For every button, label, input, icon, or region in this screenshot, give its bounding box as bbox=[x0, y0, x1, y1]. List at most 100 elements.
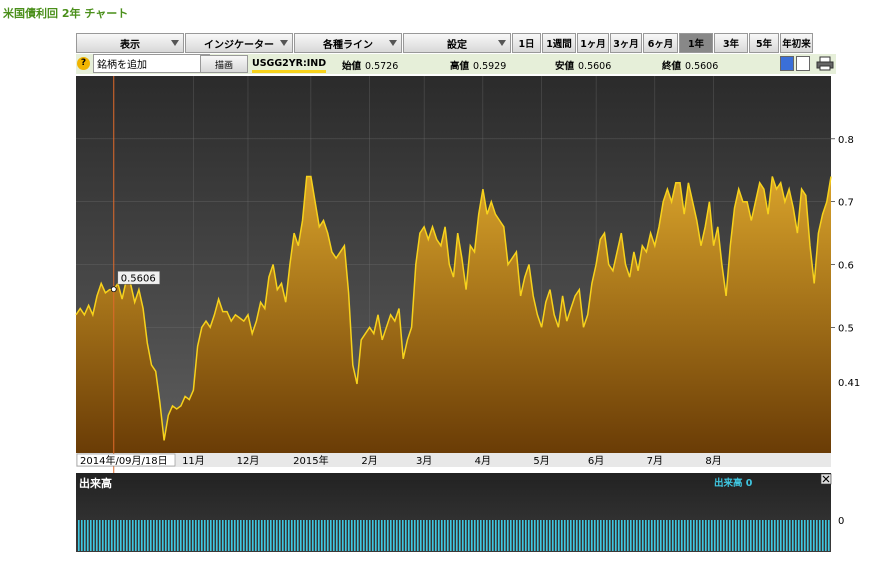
volume-bar bbox=[447, 520, 449, 551]
volume-bar bbox=[369, 520, 371, 551]
volume-bar bbox=[339, 520, 341, 551]
volume-bar bbox=[255, 520, 257, 551]
volume-bar bbox=[573, 520, 575, 551]
volume-bar bbox=[768, 520, 770, 551]
x-tick-label: 11月 bbox=[182, 455, 205, 467]
volume-bar bbox=[825, 520, 827, 551]
volume-zero-label: 0 bbox=[838, 516, 844, 527]
volume-bar bbox=[816, 520, 818, 551]
volume-bar bbox=[378, 520, 380, 551]
volume-bar bbox=[432, 520, 434, 551]
volume-title: 出来高 bbox=[79, 476, 112, 490]
volume-bar bbox=[750, 520, 752, 551]
volume-bar bbox=[534, 520, 536, 551]
volume-bar bbox=[822, 520, 824, 551]
volume-bar bbox=[300, 520, 302, 551]
volume-bar bbox=[384, 520, 386, 551]
volume-bar bbox=[231, 520, 233, 551]
volume-bar bbox=[522, 520, 524, 551]
volume-bar bbox=[753, 520, 755, 551]
volume-bar bbox=[240, 520, 242, 551]
volume-bar bbox=[417, 520, 419, 551]
volume-bar bbox=[741, 520, 743, 551]
volume-bar bbox=[477, 520, 479, 551]
volume-bar bbox=[78, 520, 80, 551]
volume-bar bbox=[93, 520, 95, 551]
volume-bar bbox=[570, 520, 572, 551]
volume-bar bbox=[348, 520, 350, 551]
volume-bar bbox=[264, 520, 266, 551]
volume-bar bbox=[84, 520, 86, 551]
volume-bar bbox=[525, 520, 527, 551]
price-chart[interactable]: 0.8 0.7 0.6 0.5 11月 12月 2015年 2月 3月 4月 5月 6月 7月 8月 0… bbox=[0, 0, 879, 565]
volume-bar bbox=[153, 520, 155, 551]
volume-bar bbox=[159, 520, 161, 551]
volume-bar bbox=[297, 520, 299, 551]
volume-bar bbox=[276, 520, 278, 551]
volume-bar bbox=[219, 520, 221, 551]
volume-bar bbox=[540, 520, 542, 551]
volume-bar bbox=[732, 520, 734, 551]
volume-bar bbox=[720, 520, 722, 551]
volume-bar bbox=[813, 520, 815, 551]
volume-bar bbox=[171, 520, 173, 551]
volume-bar bbox=[537, 520, 539, 551]
volume-bar bbox=[156, 520, 158, 551]
close-icon[interactable] bbox=[820, 473, 832, 485]
volume-bar bbox=[624, 520, 626, 551]
volume-bar bbox=[714, 520, 716, 551]
volume-bar bbox=[711, 520, 713, 551]
x-tick-label: 4月 bbox=[475, 455, 491, 467]
volume-bar bbox=[735, 520, 737, 551]
volume-bar bbox=[639, 520, 641, 551]
volume-bar bbox=[168, 520, 170, 551]
volume-bar bbox=[162, 520, 164, 551]
volume-bar bbox=[705, 520, 707, 551]
volume-bar bbox=[828, 520, 830, 551]
volume-bar bbox=[747, 520, 749, 551]
volume-bar bbox=[492, 520, 494, 551]
volume-bar bbox=[411, 520, 413, 551]
volume-bar bbox=[663, 520, 665, 551]
volume-bar bbox=[675, 520, 677, 551]
volume-bar bbox=[612, 520, 614, 551]
volume-bar bbox=[324, 520, 326, 551]
volume-bar bbox=[552, 520, 554, 551]
volume-bar bbox=[708, 520, 710, 551]
x-tick-label: 2月 bbox=[361, 455, 377, 467]
x-tick-label: 8月 bbox=[705, 455, 721, 467]
volume-bar bbox=[702, 520, 704, 551]
volume-bar bbox=[405, 520, 407, 551]
volume-bar bbox=[180, 520, 182, 551]
volume-bar bbox=[504, 520, 506, 551]
volume-bar bbox=[468, 520, 470, 551]
volume-bar bbox=[360, 520, 362, 551]
volume-bar bbox=[780, 520, 782, 551]
volume-bar bbox=[681, 520, 683, 551]
volume-bar bbox=[318, 520, 320, 551]
volume-bar bbox=[135, 520, 137, 551]
volume-bar bbox=[513, 520, 515, 551]
volume-bar bbox=[771, 520, 773, 551]
volume-bar bbox=[618, 520, 620, 551]
volume-bar bbox=[615, 520, 617, 551]
volume-bar bbox=[579, 520, 581, 551]
volume-bar bbox=[519, 520, 521, 551]
volume-bar bbox=[498, 520, 500, 551]
volume-bar bbox=[117, 520, 119, 551]
volume-bar bbox=[150, 520, 152, 551]
volume-bar bbox=[351, 520, 353, 551]
volume-bar bbox=[99, 520, 101, 551]
volume-bar bbox=[585, 520, 587, 551]
cursor-value: 0.5606 bbox=[121, 273, 156, 284]
volume-bar bbox=[651, 520, 653, 551]
volume-bar bbox=[648, 520, 650, 551]
volume-bar bbox=[123, 520, 125, 551]
volume-bar bbox=[792, 520, 794, 551]
volume-bar bbox=[402, 520, 404, 551]
volume-bar bbox=[183, 520, 185, 551]
y-tick-label: 0.8 bbox=[838, 135, 854, 146]
volume-bar bbox=[621, 520, 623, 551]
y-tick-label: 0.6 bbox=[838, 261, 854, 272]
volume-bar bbox=[141, 520, 143, 551]
